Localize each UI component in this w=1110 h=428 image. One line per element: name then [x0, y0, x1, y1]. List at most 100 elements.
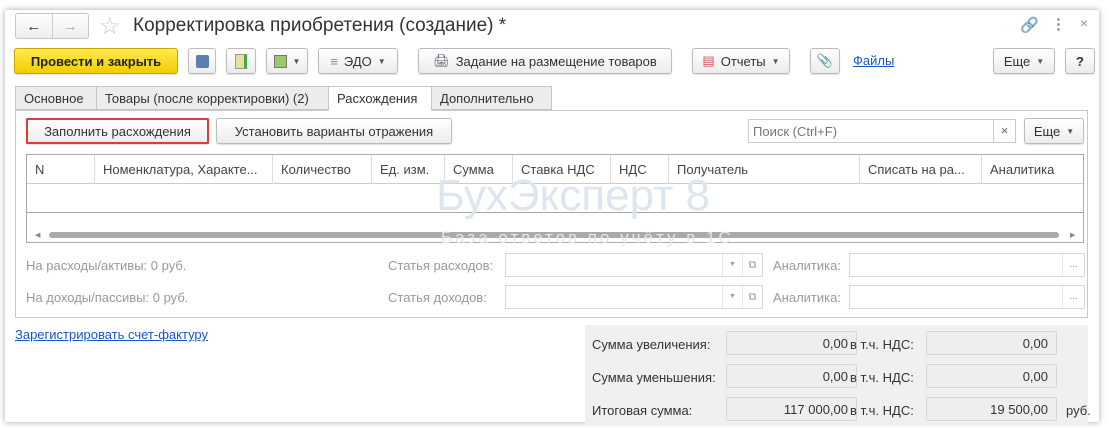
expense-item-field[interactable]: ▼ ⧉	[505, 253, 763, 277]
scroll-right-icon[interactable]: ▶	[1070, 231, 1075, 239]
dropdown-icon[interactable]: ▼	[722, 254, 742, 276]
search-field[interactable]: ×	[748, 119, 1016, 143]
vat-label: в т.ч. НДС:	[850, 370, 914, 385]
save-button[interactable]	[188, 48, 216, 74]
save-icon	[195, 54, 209, 68]
tab-label: Основное	[24, 90, 84, 106]
set-variants-button[interactable]: Установить варианты отражения	[216, 118, 452, 144]
column-header[interactable]: Аналитика	[982, 155, 1084, 184]
post-and-close-button[interactable]: Провести и закрыть	[14, 48, 178, 74]
chevron-down-icon: ▼	[292, 56, 301, 66]
total-vat-value: 19 500,00	[926, 397, 1057, 421]
total-label: Итоговая сумма:	[592, 403, 693, 418]
table-header: N Номенклатура, Характе... Количество Ед…	[27, 155, 1083, 184]
back-arrow-icon[interactable]: ←	[16, 14, 53, 38]
more-label: Еще	[1003, 53, 1031, 69]
paperclip-icon: 📎	[816, 53, 834, 68]
expense-item-label: Статья расходов:	[388, 258, 494, 273]
attach-button[interactable]: 📎	[810, 48, 840, 74]
more-vertical-icon[interactable]: ⋮	[1051, 15, 1066, 33]
tab-label: Товары (после корректировки) (2)	[105, 90, 309, 106]
create-based-on-icon	[273, 54, 287, 68]
increase-value: 0,00	[726, 331, 857, 355]
edo-button[interactable]: ≡ ЭДО ▼	[318, 48, 398, 74]
select-button[interactable]: ...	[1062, 286, 1084, 308]
set-variants-label: Установить варианты отражения	[234, 123, 434, 139]
select-button[interactable]: ...	[1062, 254, 1084, 276]
page-title: Корректировка приобретения (создание) *	[133, 15, 507, 36]
chevron-down-icon: ▼	[1066, 126, 1075, 136]
forward-arrow-icon[interactable]: →	[53, 14, 89, 38]
increase-vat-value: 0,00	[926, 331, 1057, 355]
table-row[interactable]	[27, 184, 1083, 213]
horizontal-scrollbar[interactable]	[49, 232, 1059, 238]
clear-search-button[interactable]: ×	[993, 120, 1015, 142]
column-header[interactable]: Получатель	[669, 155, 860, 184]
totals-panel: Сумма увеличения: 0,00 в т.ч. НДС: 0,00 …	[585, 325, 1091, 425]
column-header[interactable]: Списать на ра...	[860, 155, 982, 184]
printer-icon: 🖨	[433, 53, 450, 68]
column-header[interactable]: N	[27, 155, 95, 184]
discrepancies-panel: Заполнить расхождения Установить вариант…	[15, 110, 1088, 318]
column-header[interactable]: Номенклатура, Характе...	[95, 155, 273, 184]
tab-discrepancies[interactable]: Расхождения	[328, 86, 432, 111]
chevron-down-icon: ▼	[771, 56, 780, 66]
vat-label: в т.ч. НДС:	[850, 337, 914, 352]
decrease-vat-value: 0,00	[926, 364, 1057, 388]
open-icon[interactable]: ⧉	[742, 286, 762, 308]
column-header[interactable]: Ставка НДС	[513, 155, 611, 184]
column-header[interactable]: Сумма	[445, 155, 513, 184]
nav-buttons: ← →	[15, 13, 89, 39]
column-header[interactable]: Количество	[273, 155, 372, 184]
expenses-amount: На расходы/активы: 0 руб.	[26, 258, 187, 273]
discrepancies-table: N Номенклатура, Характе... Количество Ед…	[26, 154, 1084, 243]
register-invoice-link[interactable]: Зарегистрировать счет-фактуру	[15, 327, 208, 342]
search-input[interactable]	[749, 120, 993, 142]
post-document-icon	[235, 53, 247, 69]
chevron-down-icon: ▼	[377, 56, 386, 66]
post-and-close-label: Провести и закрыть	[30, 53, 162, 69]
tab-main[interactable]: Основное	[15, 86, 97, 110]
placement-task-label: Задание на размещение товаров	[455, 53, 657, 69]
reports-label: Отчеты	[720, 53, 766, 69]
link-icon[interactable]: 🔗	[1020, 16, 1039, 34]
tab-additional[interactable]: Дополнительно	[431, 86, 552, 110]
open-icon[interactable]: ⧉	[742, 254, 762, 276]
decrease-value: 0,00	[726, 364, 857, 388]
fill-discrepancies-button[interactable]: Заполнить расхождения	[26, 118, 209, 144]
create-based-on-button[interactable]: ▼	[266, 48, 308, 74]
more-button[interactable]: Еще ▼	[993, 48, 1055, 74]
edo-label: ЭДО	[343, 53, 372, 69]
reports-icon: ▤	[702, 53, 715, 68]
dropdown-icon[interactable]: ▼	[722, 286, 742, 308]
decrease-label: Сумма уменьшения:	[592, 370, 716, 385]
post-button[interactable]	[226, 48, 256, 74]
analytics-label: Аналитика:	[773, 258, 841, 273]
expense-analytics-field[interactable]: ...	[849, 253, 1085, 277]
scroll-left-icon[interactable]: ◀	[35, 231, 40, 239]
tab-label: Расхождения	[337, 91, 418, 106]
fill-discrepancies-label: Заполнить расхождения	[44, 123, 191, 139]
income-analytics-field[interactable]: ...	[849, 285, 1085, 309]
vat-label: в т.ч. НДС:	[850, 403, 914, 418]
help-label: ?	[1076, 53, 1084, 69]
income-item-label: Статья доходов:	[388, 290, 487, 305]
chevron-down-icon: ▼	[1036, 56, 1045, 66]
column-header[interactable]: НДС	[611, 155, 669, 184]
document-window: ← → ☆ Корректировка приобретения (создан…	[5, 10, 1099, 425]
edo-icon: ≡	[330, 53, 338, 69]
income-item-field[interactable]: ▼ ⧉	[505, 285, 763, 309]
help-button[interactable]: ?	[1065, 48, 1095, 74]
analytics-label: Аналитика:	[773, 290, 841, 305]
files-link[interactable]: Файлы	[853, 53, 894, 68]
income-amount: На доходы/пассивы: 0 руб.	[26, 290, 189, 305]
reports-button[interactable]: ▤ Отчеты ▼	[692, 48, 790, 74]
column-header[interactable]: Ед. изм.	[372, 155, 445, 184]
currency-label: руб.	[1066, 403, 1091, 418]
table-more-button[interactable]: Еще ▼	[1024, 118, 1084, 144]
favorite-star-icon[interactable]: ☆	[99, 12, 121, 41]
close-icon[interactable]: ×	[1080, 15, 1088, 31]
more-label: Еще	[1033, 123, 1061, 139]
tab-goods[interactable]: Товары (после корректировки) (2)	[96, 86, 329, 110]
placement-task-button[interactable]: 🖨 Задание на размещение товаров	[418, 48, 672, 74]
